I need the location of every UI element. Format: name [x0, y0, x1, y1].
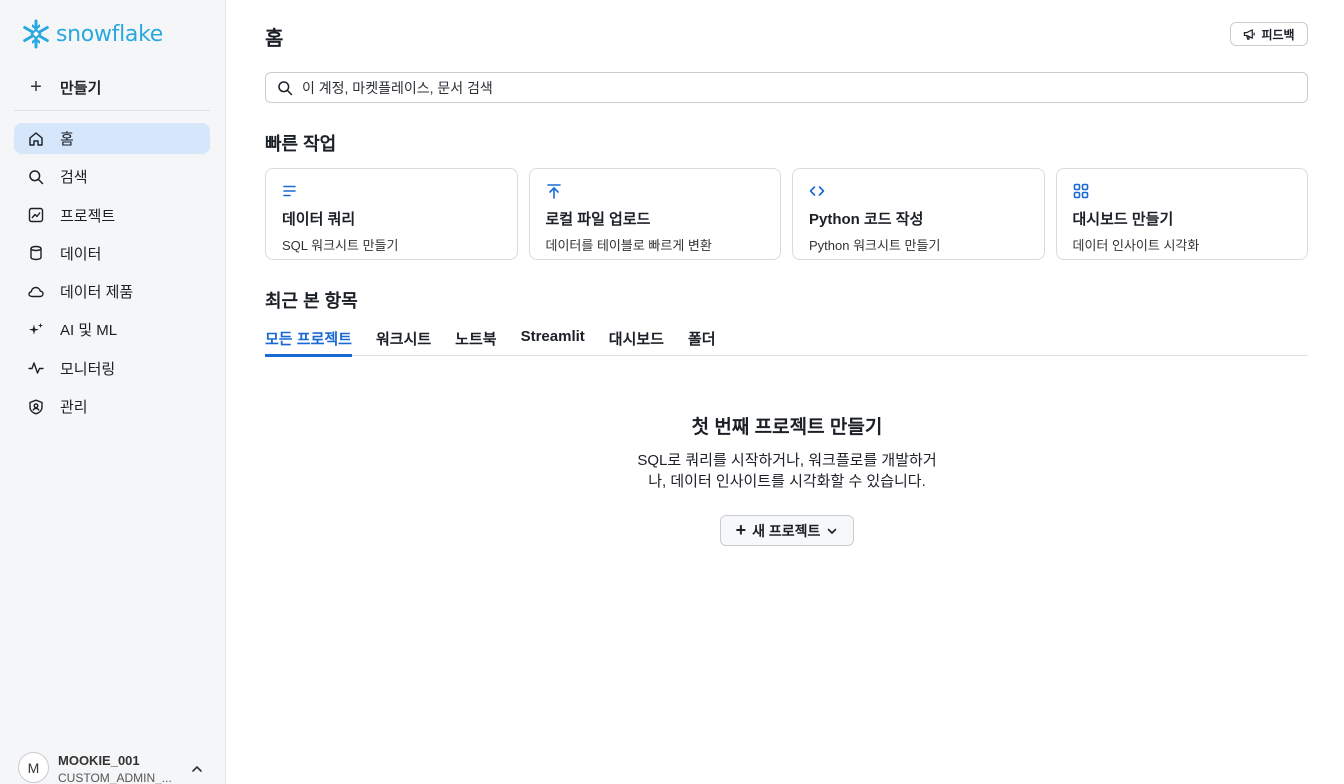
upload-icon	[546, 184, 561, 199]
main-content: 홈 피드백 빠른 작업 데이터 쿼리 SQL 워크시트 만들기 로컬 파일 업로…	[227, 0, 1344, 784]
sidebar-item-monitoring[interactable]: 모니터링	[14, 353, 210, 384]
tab-worksheets[interactable]: 워크시트	[376, 322, 431, 356]
user-info: MOOKIE_001 CUSTOM_ADMIN_...	[58, 750, 176, 784]
sparkle-icon	[28, 322, 43, 335]
avatar: M	[18, 752, 49, 783]
sidebar-item-label: 검색	[60, 169, 88, 187]
feedback-button[interactable]: 피드백	[1230, 22, 1308, 46]
database-icon	[30, 246, 42, 261]
new-project-label: 새 프로젝트	[752, 522, 821, 539]
snowflake-logo-icon	[23, 19, 49, 49]
tab-notebooks[interactable]: 노트북	[455, 322, 496, 356]
user-name: MOOKIE_001	[58, 753, 140, 768]
tab-dashboards[interactable]: 대시보드	[609, 322, 664, 356]
sidebar: snowflake + 만들기 홈 검색 프로젝트 데이터 데이터 제품 AI …	[0, 0, 226, 784]
card-title: 대시보드 만들기	[1072, 211, 1174, 228]
page-title: 홈	[265, 28, 284, 50]
chevron-up-icon	[192, 766, 202, 772]
activity-icon	[28, 362, 44, 374]
card-title: Python 코드 작성	[809, 211, 924, 228]
sidebar-nav: 홈 검색 프로젝트 데이터 데이터 제품 AI 및 ML 모니터링 관리	[14, 123, 210, 429]
plus-icon: +	[30, 75, 42, 98]
sidebar-item-search[interactable]: 검색	[14, 161, 210, 192]
sidebar-item-data-products[interactable]: 데이터 제품	[14, 276, 210, 307]
recent-title: 최근 본 항목	[265, 291, 358, 311]
code-icon	[809, 186, 825, 196]
empty-state: 첫 번째 프로젝트 만들기 SQL로 쿼리를 시작하거나, 워크플로를 개발하거…	[487, 412, 1087, 492]
sidebar-item-label: 프로젝트	[60, 207, 116, 225]
empty-state-title: 첫 번째 프로젝트 만들기	[691, 417, 883, 438]
grid-icon	[1073, 183, 1088, 199]
sidebar-item-label: 관리	[60, 399, 88, 417]
quick-action-query-data[interactable]: 데이터 쿼리 SQL 워크시트 만들기	[265, 168, 518, 260]
plus-icon: +	[735, 520, 747, 540]
card-desc: Python 워크시트 만들기	[809, 238, 941, 253]
sidebar-item-label: 데이터	[60, 245, 102, 263]
create-button[interactable]: + 만들기	[14, 70, 210, 104]
sidebar-item-label: AI 및 ML	[60, 322, 118, 340]
chart-box-icon	[28, 207, 44, 223]
user-menu[interactable]: M MOOKIE_001 CUSTOM_ADMIN_...	[18, 750, 214, 784]
tab-all-projects[interactable]: 모든 프로젝트	[265, 322, 352, 357]
card-desc: 데이터 인사이트 시각화	[1072, 238, 1200, 253]
tab-streamlit[interactable]: Streamlit	[521, 322, 585, 356]
sidebar-item-home[interactable]: 홈	[14, 123, 210, 154]
search-icon	[278, 80, 293, 95]
tab-folders[interactable]: 폴더	[688, 322, 716, 356]
shield-user-icon	[29, 399, 43, 415]
sidebar-item-data[interactable]: 데이터	[14, 238, 210, 269]
empty-state-desc: SQL로 쿼리를 시작하거나, 워크플로를 개발하거 나, 데이터 인사이트를 …	[487, 450, 1087, 492]
card-title: 데이터 쿼리	[282, 211, 356, 228]
empty-state-desc-line: SQL로 쿼리를 시작하거나, 워크플로를 개발하거	[637, 452, 937, 469]
sidebar-item-label: 홈	[60, 131, 74, 148]
sidebar-divider	[14, 110, 210, 111]
empty-state-desc-line: 나, 데이터 인사이트를 시각화할 수 있습니다.	[648, 473, 926, 490]
sidebar-item-ai-ml[interactable]: AI 및 ML	[14, 314, 210, 345]
search-icon	[29, 170, 44, 185]
card-title: 로컬 파일 업로드	[545, 211, 651, 228]
quick-actions-title: 빠른 작업	[265, 134, 337, 154]
sidebar-item-label: 모니터링	[60, 360, 116, 378]
search-bar[interactable]	[265, 72, 1308, 103]
quick-actions: 데이터 쿼리 SQL 워크시트 만들기 로컬 파일 업로드 데이터를 테이블로 …	[265, 168, 1308, 260]
megaphone-icon	[1244, 28, 1256, 40]
card-desc: 데이터를 테이블로 빠르게 변환	[545, 238, 712, 253]
sidebar-item-projects[interactable]: 프로젝트	[14, 200, 210, 231]
quick-action-create-dashboard[interactable]: 대시보드 만들기 데이터 인사이트 시각화	[1055, 168, 1308, 260]
create-label: 만들기	[60, 79, 102, 97]
quick-action-python-code[interactable]: Python 코드 작성 Python 워크시트 만들기	[792, 168, 1045, 260]
chevron-down-icon	[828, 528, 837, 534]
sidebar-item-admin[interactable]: 관리	[14, 391, 210, 422]
user-role: CUSTOM_ADMIN_...	[58, 771, 172, 784]
snowflake-logo[interactable]: snowflake	[20, 18, 163, 50]
logo-text: snowflake	[56, 21, 163, 47]
recent-tabs: 모든 프로젝트 워크시트 노트북 Streamlit 대시보드 폴더	[265, 322, 1308, 357]
feedback-label: 피드백	[1261, 27, 1295, 42]
new-project-button[interactable]: + 새 프로젝트	[720, 515, 854, 546]
sidebar-item-label: 데이터 제품	[60, 284, 134, 302]
cloud-icon	[28, 286, 44, 297]
home-icon	[29, 131, 43, 146]
card-desc: SQL 워크시트 만들기	[282, 238, 399, 253]
lines-icon	[283, 185, 296, 197]
search-input[interactable]	[302, 79, 1282, 96]
quick-action-upload-file[interactable]: 로컬 파일 업로드 데이터를 테이블로 빠르게 변환	[528, 168, 781, 260]
